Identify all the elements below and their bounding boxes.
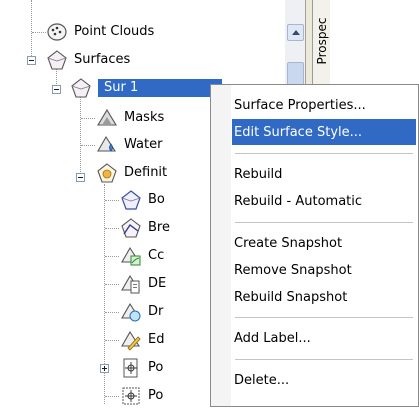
tree-item-label: Surfaces: [74, 52, 131, 67]
expand-point-files-toggle[interactable]: [100, 364, 109, 373]
menu-item-label: Create Snapshot: [234, 235, 343, 251]
menu-item-rebuild-snapshot[interactable]: Rebuild Snapshot: [232, 284, 416, 310]
menu-item-rebuild-automatic[interactable]: Rebuild - Automatic: [232, 188, 416, 214]
menu-item-surface-properties[interactable]: Surface Properties...: [232, 92, 416, 118]
collapse-definition-toggle[interactable]: [76, 173, 85, 182]
menu-separator: [235, 153, 413, 154]
dem-files-icon: [120, 273, 142, 295]
menu-item-label: Rebuild Snapshot: [234, 289, 348, 305]
tree-connector: [105, 396, 119, 397]
contours-icon: [120, 245, 142, 267]
tree-item-boundaries[interactable]: Bo: [120, 188, 165, 212]
tree-item-label: DE: [148, 276, 167, 291]
tree-connector: [81, 118, 95, 119]
tree-item-definition[interactable]: Definit: [96, 161, 167, 185]
point-clouds-icon: [46, 21, 68, 43]
menu-item-label: Edit Surface Style...: [234, 124, 363, 140]
menu-separator: [235, 222, 413, 223]
tree-item-sur-1[interactable]: Sur 1: [70, 76, 222, 100]
tree-item-label: Bo: [148, 192, 165, 207]
menu-item-label: Surface Properties...: [234, 97, 366, 113]
tree-connector: [105, 340, 119, 341]
surface-icon: [70, 77, 92, 99]
boundaries-icon: [120, 189, 142, 211]
tree-connector: [81, 145, 95, 146]
scroll-up-button[interactable]: [287, 24, 304, 41]
edits-icon: [120, 329, 142, 351]
tree-item-label: Ed: [148, 332, 165, 347]
tree-item-label: Masks: [124, 110, 165, 125]
collapse-sur1-toggle[interactable]: [52, 85, 61, 94]
tree-connector: [105, 200, 119, 201]
breaklines-icon: [120, 217, 142, 239]
tree-item-drawing-objects[interactable]: Dr: [120, 300, 163, 324]
tree-item-point-clouds[interactable]: Point Clouds: [46, 20, 154, 44]
tree-item-point-files[interactable]: Po: [120, 356, 163, 380]
menu-item-label: Add Label...: [234, 330, 311, 346]
tree-connector: [105, 312, 119, 313]
context-menu-gutter: [211, 85, 231, 406]
tree-item-watersheds[interactable]: Water: [96, 133, 162, 157]
masks-icon: [96, 107, 118, 129]
tree-item-point-groups[interactable]: Po: [120, 384, 163, 408]
watershed-icon: [96, 134, 118, 156]
point-groups-icon: [120, 385, 142, 407]
menu-item-create-snapshot[interactable]: Create Snapshot: [232, 230, 416, 256]
menu-item-add-label[interactable]: Add Label...: [232, 325, 416, 351]
menu-item-label: Delete...: [234, 372, 290, 388]
tree-item-breaklines[interactable]: Bre: [120, 216, 170, 240]
surfaces-icon: [46, 49, 68, 71]
prospector-tab[interactable]: Prospec: [312, 0, 332, 95]
tree-connector: [32, 32, 46, 33]
tree-item-label: Po: [148, 360, 164, 375]
tree-item-label: Cc: [148, 248, 165, 263]
tree-item-dem-files[interactable]: DE: [120, 272, 166, 296]
menu-item-edit-surface-style[interactable]: Edit Surface Style...: [232, 119, 416, 145]
tree-connector: [105, 256, 119, 257]
tree-item-contours[interactable]: Cc: [120, 244, 164, 268]
context-menu: Surface Properties... Edit Surface Style…: [210, 84, 419, 407]
menu-separator: [235, 317, 413, 318]
menu-item-label: Rebuild: [234, 166, 283, 182]
tree-item-label: Sur 1: [98, 79, 222, 97]
tree-connector: [105, 228, 119, 229]
collapse-surfaces-toggle[interactable]: [27, 56, 36, 65]
menu-separator: [235, 359, 413, 360]
tree-item-surfaces[interactable]: Surfaces: [46, 48, 130, 72]
definition-icon: [96, 162, 118, 184]
tree-connector: [80, 96, 81, 176]
menu-item-label: Remove Snapshot: [234, 262, 352, 278]
menu-item-remove-snapshot[interactable]: Remove Snapshot: [232, 257, 416, 283]
tree-item-edits[interactable]: Ed: [120, 328, 164, 352]
tree-item-label: Po: [148, 388, 164, 403]
tree-item-label: Point Clouds: [74, 24, 155, 39]
tree-item-label: Definit: [124, 165, 168, 180]
point-files-icon: [120, 357, 142, 379]
tree-item-label: Bre: [148, 220, 170, 235]
tree-item-label: Dr: [148, 304, 164, 319]
menu-item-label: Rebuild - Automatic: [234, 193, 363, 209]
prospector-tab-label: Prospec: [315, 17, 329, 65]
menu-item-delete[interactable]: Delete...: [232, 367, 416, 393]
tree-item-label: Water: [124, 137, 163, 152]
menu-item-rebuild[interactable]: Rebuild: [232, 161, 416, 187]
tree-item-masks[interactable]: Masks: [96, 106, 164, 130]
tree-connector: [31, 0, 32, 58]
tree-connector: [105, 284, 119, 285]
drawing-objects-icon: [120, 301, 142, 323]
